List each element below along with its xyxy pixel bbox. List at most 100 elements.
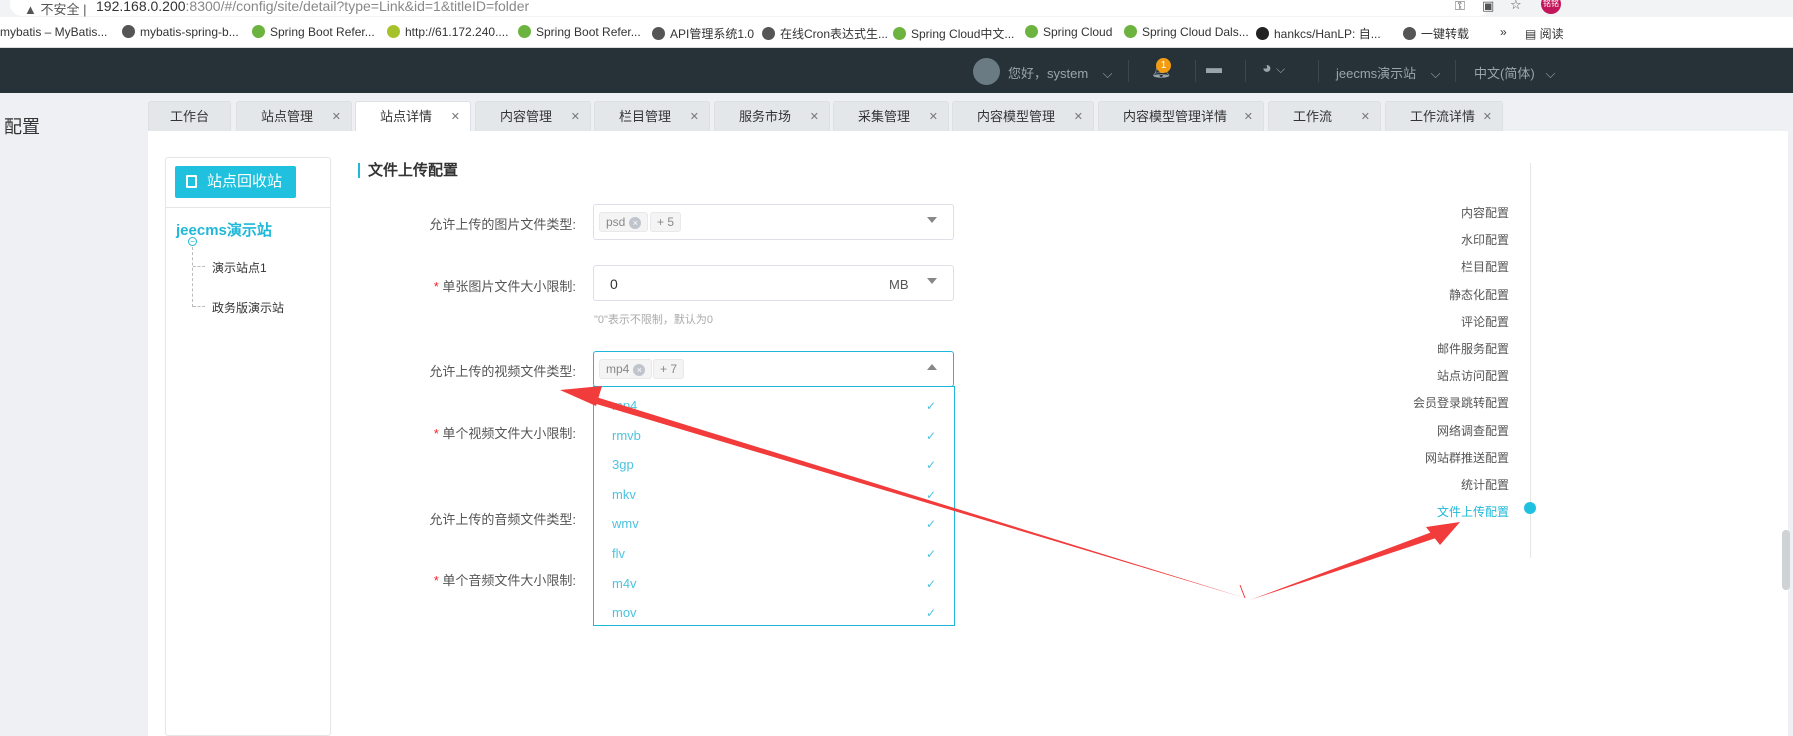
- check-icon: ✓: [925, 606, 936, 621]
- tree-node[interactable]: 演示站点1: [212, 259, 267, 276]
- bookmark[interactable]: mybatis-spring-b...: [122, 25, 239, 39]
- close-icon[interactable]: ×: [629, 217, 642, 229]
- video-types-select[interactable]: mp4 × + 7: [593, 351, 954, 387]
- bookmark[interactable]: mybatis – MyBatis...: [0, 25, 107, 39]
- video-types-label: 允许上传的视频文件类型:: [429, 364, 576, 379]
- anchor-link[interactable]: 邮件服务配置: [1437, 340, 1509, 357]
- check-icon: ✓: [925, 576, 936, 591]
- bookmark[interactable]: http://61.172.240....: [387, 25, 508, 39]
- site-switcher[interactable]: jeecms演示站 ⌵: [1336, 63, 1441, 82]
- bookmark[interactable]: Spring Cloud: [1025, 25, 1112, 39]
- anchor-link[interactable]: 内容配置: [1461, 204, 1509, 221]
- tab[interactable]: 内容模型管理详情 ✕: [1098, 101, 1264, 131]
- tab[interactable]: 站点详情 ✕: [355, 101, 471, 131]
- close-tab-icon[interactable]: ✕: [451, 102, 460, 132]
- palette-icon[interactable]: ◕ ⌵: [1262, 60, 1285, 78]
- anchor-link[interactable]: 栏目配置: [1461, 258, 1509, 275]
- close-tab-icon[interactable]: ✕: [1244, 102, 1253, 132]
- tab[interactable]: 栏目管理 ✕: [594, 101, 710, 131]
- tab[interactable]: 内容管理 ✕: [475, 101, 591, 131]
- close-tab-icon[interactable]: ✕: [929, 102, 938, 132]
- reading-list[interactable]: ▤ 阅读: [1525, 25, 1564, 42]
- anchor-link[interactable]: 网站群推送配置: [1425, 449, 1509, 466]
- bookmark[interactable]: hankcs/HanLP: 自...: [1256, 25, 1381, 42]
- tab[interactable]: 工作流详情 ✕: [1385, 101, 1503, 131]
- dropdown-option[interactable]: wmv ✓: [594, 509, 954, 539]
- tag-chip: mp4 ×: [599, 359, 653, 379]
- bookmark[interactable]: Spring Cloud中文...: [893, 25, 1014, 42]
- dropdown-option[interactable]: rmvb ✓: [594, 421, 954, 451]
- dropdown-option[interactable]: flv ✓: [594, 539, 954, 569]
- close-tab-icon[interactable]: ✕: [1483, 102, 1492, 132]
- anchor-link[interactable]: 静态化配置: [1449, 286, 1509, 303]
- bookmark[interactable]: Spring Cloud Dals...: [1124, 25, 1249, 39]
- image-size-input[interactable]: 0 MB: [593, 265, 954, 301]
- tab[interactable]: 服务市场 ✕: [714, 101, 830, 131]
- monitor-icon[interactable]: ▬: [1206, 60, 1222, 78]
- anchor-link[interactable]: 站点访问配置: [1437, 367, 1509, 384]
- bookmark[interactable]: 一键转载: [1403, 25, 1469, 42]
- anchor-rail: [1530, 163, 1531, 558]
- bookmarks-bar: mybatis – MyBatis... mybatis-spring-b...…: [0, 17, 1793, 48]
- url-text[interactable]: 192.168.0.200:8300/#/config/site/detail?…: [96, 0, 529, 14]
- dropdown-option[interactable]: mp4 ✓: [594, 391, 954, 421]
- chevron-down-icon: ⌵: [1102, 66, 1113, 81]
- profile-avatar[interactable]: 铭铭: [1541, 0, 1561, 14]
- spring-icon: [1025, 25, 1038, 38]
- close-tab-icon[interactable]: ✕: [571, 102, 580, 132]
- caret-down-icon: [927, 278, 937, 284]
- close-tab-icon[interactable]: ✕: [690, 102, 699, 132]
- check-icon: ✓: [925, 517, 936, 532]
- anchor-link[interactable]: 评论配置: [1461, 313, 1509, 330]
- close-tab-icon[interactable]: ✕: [1361, 102, 1370, 132]
- tab[interactable]: 工作台: [148, 101, 231, 131]
- image-size-label: * 单张图片文件大小限制:: [433, 279, 576, 294]
- caret-down-icon: [927, 217, 937, 223]
- more-bookmarks[interactable]: »: [1500, 25, 1507, 39]
- bookmark[interactable]: API管理系统1.0: [652, 25, 754, 42]
- spring-icon: [893, 27, 906, 40]
- scrollbar[interactable]: [1782, 530, 1790, 590]
- tab[interactable]: 工作流 ✕: [1268, 101, 1381, 131]
- bookmark[interactable]: Spring Boot Refer...: [252, 25, 375, 39]
- dropdown-option[interactable]: m4v ✓: [594, 569, 954, 599]
- dropdown-option[interactable]: mov ✓: [594, 598, 954, 628]
- key-icon[interactable]: ⚿: [1455, 0, 1465, 14]
- globe-icon: [762, 27, 775, 40]
- unit-select[interactable]: MB: [889, 277, 909, 292]
- check-icon: ✓: [925, 428, 936, 443]
- dropdown-option[interactable]: 3gp ✓: [594, 450, 954, 480]
- more-tags-chip: + 5: [650, 212, 682, 232]
- bookmark[interactable]: 在线Cron表达式生...: [762, 25, 888, 42]
- dropdown-option[interactable]: mkv ✓: [594, 480, 954, 510]
- close-tab-icon[interactable]: ✕: [332, 102, 341, 132]
- audio-size-label: * 单个音频文件大小限制:: [433, 573, 576, 588]
- user-menu[interactable]: 您好，system ⌵: [1008, 63, 1112, 82]
- image-types-select[interactable]: psd × + 5: [593, 204, 954, 240]
- anchor-link[interactable]: 会员登录跳转配置: [1413, 394, 1509, 411]
- translate-icon[interactable]: ▣: [1482, 0, 1494, 14]
- close-icon[interactable]: ×: [633, 364, 646, 376]
- anchor-link[interactable]: 水印配置: [1461, 231, 1509, 248]
- tree-node[interactable]: 政务版演示站: [212, 299, 284, 316]
- tab[interactable]: 采集管理 ✕: [833, 101, 949, 131]
- close-tab-icon[interactable]: ✕: [1074, 102, 1083, 132]
- collapse-icon[interactable]: −: [188, 237, 197, 246]
- tab[interactable]: 内容模型管理 ✕: [952, 101, 1094, 131]
- language-switcher[interactable]: 中文(简体) ⌵: [1474, 63, 1555, 82]
- tab[interactable]: 站点管理 ✕: [236, 101, 352, 131]
- user-avatar[interactable]: [973, 58, 1000, 85]
- anchor-link[interactable]: 统计配置: [1461, 476, 1509, 493]
- site-recycle-button[interactable]: 站点回收站: [175, 166, 296, 198]
- image-types-label: 允许上传的图片文件类型:: [429, 217, 576, 232]
- section-title: 文件上传配置: [358, 163, 458, 178]
- anchor-link[interactable]: 文件上传配置: [1437, 503, 1509, 520]
- check-icon: ✓: [925, 458, 936, 473]
- globe-icon: [122, 25, 135, 38]
- spring-icon: [1124, 25, 1137, 38]
- star-icon[interactable]: ☆: [1510, 0, 1522, 13]
- security-indicator[interactable]: ▲ 不安全 |: [24, 0, 87, 18]
- bookmark[interactable]: Spring Boot Refer...: [518, 25, 641, 39]
- anchor-link[interactable]: 网络调查配置: [1437, 422, 1509, 439]
- close-tab-icon[interactable]: ✕: [810, 102, 819, 132]
